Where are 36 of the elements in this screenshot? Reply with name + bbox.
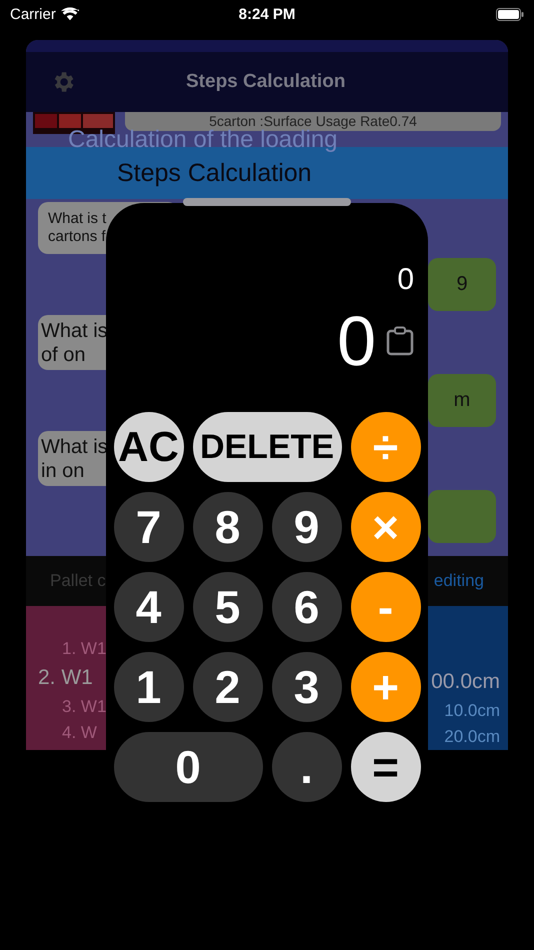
calculator-key[interactable]: DELETE <box>192 412 342 482</box>
calculator-key[interactable]: 5 <box>192 572 262 642</box>
answer-bubble[interactable] <box>428 490 496 544</box>
calculator-key[interactable]: 0 <box>114 732 262 802</box>
picker-item[interactable]: 3. W1 <box>38 694 106 720</box>
calculator-key[interactable]: AC <box>114 412 184 482</box>
answer-bubble[interactable]: 9 <box>428 258 496 312</box>
calculator-key[interactable]: 9 <box>272 492 342 562</box>
usage-rate-label: 5carton :Surface Usage Rate0.74 <box>125 112 501 131</box>
sheet-grabber[interactable] <box>183 198 351 206</box>
picker-item[interactable]: 4. W <box>38 720 97 746</box>
calculator-key[interactable]: 1 <box>114 652 184 722</box>
clock-time: 8:24 PM <box>238 6 296 22</box>
picker-item[interactable]: 2. W1 <box>38 662 93 694</box>
carrier-label: Carrier <box>10 6 56 22</box>
wifi-icon <box>60 7 79 21</box>
calculator-key[interactable]: 2 <box>192 652 262 722</box>
calculator-key[interactable]: 3 <box>272 652 342 722</box>
editing-link[interactable]: editing <box>434 571 484 592</box>
calculator-key[interactable]: 8 <box>192 492 262 562</box>
picker-item[interactable]: 1. W1 <box>38 636 106 662</box>
clipboard-icon[interactable] <box>386 326 414 356</box>
picker-item[interactable]: 00.0cm <box>431 666 500 698</box>
battery-icon <box>496 8 524 20</box>
expression-text: 0 <box>397 263 414 297</box>
answer-bubble[interactable]: m <box>428 374 496 428</box>
calculator-key[interactable]: . <box>272 732 342 802</box>
calculator-key[interactable]: = <box>350 732 420 802</box>
result-display: 0 <box>337 301 376 381</box>
picker-item[interactable]: 20.0cm <box>444 724 500 750</box>
calculator-key[interactable]: 7 <box>114 492 184 562</box>
picker-item[interactable]: 10.0cm <box>444 698 500 724</box>
calculator-key[interactable]: 6 <box>272 572 342 642</box>
nav-title: Steps Calculation <box>186 70 346 93</box>
section-title: Steps Calculation <box>117 158 312 188</box>
calculator-key[interactable]: 4 <box>114 572 184 642</box>
